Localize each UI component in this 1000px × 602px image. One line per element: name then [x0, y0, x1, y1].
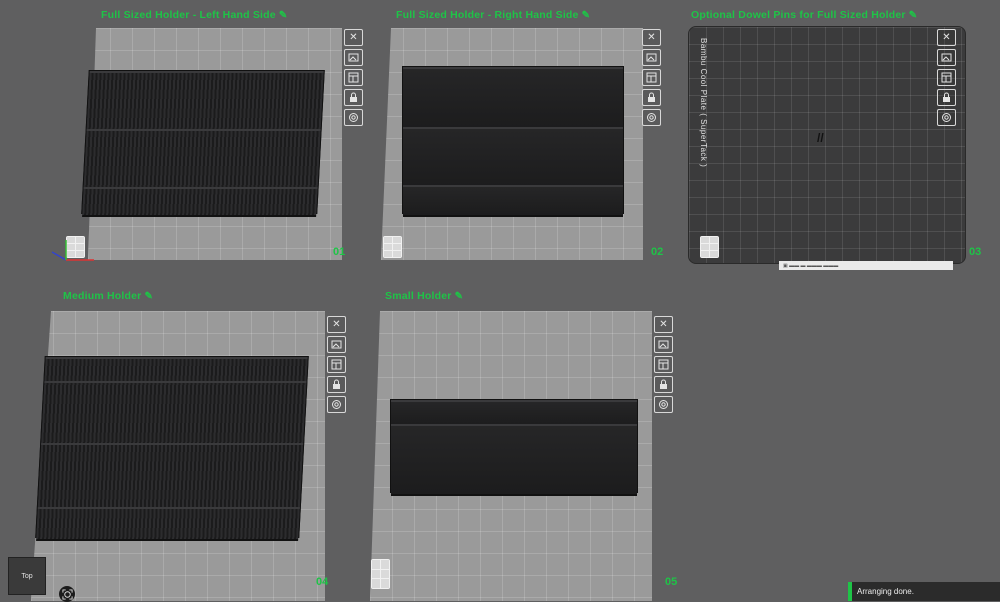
plate-title-1[interactable]: Full Sized Holder - Left Hand Side ✎ [101, 9, 287, 21]
edit-name-icon[interactable]: ✎ [144, 291, 153, 302]
plate-number-4: 04 [316, 576, 329, 588]
arrange-icon[interactable] [344, 69, 363, 86]
view-cube-label: Top [21, 572, 33, 580]
plate-title-2[interactable]: Full Sized Holder - Right Hand Side ✎ [396, 9, 590, 21]
lock-icon[interactable] [344, 89, 363, 106]
build-plate-3[interactable] [688, 26, 966, 264]
bed-type-label: Bambu Cool Plate ( SuperTack ) [699, 38, 708, 168]
close-icon[interactable]: ✕ [937, 29, 956, 46]
tier [83, 129, 321, 191]
plate-thumbnail-icon [371, 559, 390, 589]
status-toast: Arranging done. [848, 582, 1000, 601]
model-medium[interactable] [35, 356, 309, 541]
view-cube[interactable]: Top [8, 557, 46, 595]
plate-toolbar-3: ✕ [937, 29, 956, 129]
plate-title-3[interactable]: Optional Dowel Pins for Full Sized Holde… [691, 9, 917, 21]
tier [403, 67, 623, 131]
edit-name-icon[interactable]: ✎ [909, 10, 918, 21]
tier [41, 381, 307, 447]
edit-name-icon[interactable]: ✎ [582, 10, 591, 21]
tier [403, 185, 623, 217]
plate-toolbar-1: ✕ [344, 29, 363, 129]
arrange-icon[interactable] [642, 69, 661, 86]
plate-title-5[interactable]: Small Holder ✎ [385, 290, 463, 302]
status-message: Arranging done. [857, 587, 914, 596]
arrange-icon[interactable] [937, 69, 956, 86]
close-icon[interactable]: ✕ [642, 29, 661, 46]
tier [36, 507, 300, 541]
bed-label-strip: ▣ ▬▬ ▬ ▬▬▬ ▬▬▬ [779, 261, 953, 270]
model-small[interactable] [390, 399, 638, 496]
plate-toolbar-5: ✕ [654, 316, 673, 416]
plate-title-4[interactable]: Medium Holder ✎ [63, 290, 153, 302]
close-icon[interactable]: ✕ [654, 316, 673, 333]
plate-toolbar-2: ✕ [642, 29, 661, 129]
tier [86, 71, 324, 133]
arrange-icon[interactable] [327, 356, 346, 373]
tier [37, 443, 304, 511]
auto-orient-icon[interactable] [937, 49, 956, 66]
settings-icon[interactable] [327, 396, 346, 413]
plate-number-2: 02 [651, 246, 664, 258]
slicer-canvas[interactable]: { "plates": [ {"title":"Full Sized Holde… [0, 0, 1000, 602]
auto-orient-icon[interactable] [327, 336, 346, 353]
edit-name-icon[interactable]: ✎ [279, 10, 288, 21]
edit-name-icon[interactable]: ✎ [455, 291, 464, 302]
plate-number-3: 03 [969, 246, 982, 258]
lock-icon[interactable] [327, 376, 346, 393]
lock-icon[interactable] [654, 376, 673, 393]
tier [391, 424, 637, 496]
settings-icon[interactable] [344, 109, 363, 126]
close-icon[interactable]: ✕ [327, 316, 346, 333]
tier [82, 187, 318, 217]
arrange-icon[interactable] [654, 356, 673, 373]
close-icon[interactable]: ✕ [344, 29, 363, 46]
auto-orient-icon[interactable] [654, 336, 673, 353]
settings-icon[interactable] [937, 109, 956, 126]
model-full-left[interactable] [81, 70, 325, 217]
plate-thumbnail-icon [700, 236, 719, 258]
lock-icon[interactable] [642, 89, 661, 106]
plate-thumbnail-icon [383, 236, 402, 258]
camera-view-icon[interactable] [59, 586, 75, 602]
plate-number-5: 05 [665, 576, 678, 588]
settings-icon[interactable] [642, 109, 661, 126]
model-full-right[interactable] [402, 66, 624, 217]
model-dowel-pins[interactable]: // [817, 131, 824, 145]
plate-number-1: 01 [333, 246, 346, 258]
settings-icon[interactable] [654, 396, 673, 413]
plate-toolbar-4: ✕ [327, 316, 346, 416]
auto-orient-icon[interactable] [642, 49, 661, 66]
tier [403, 127, 623, 189]
auto-orient-icon[interactable] [344, 49, 363, 66]
axes-gizmo [51, 240, 94, 261]
lock-icon[interactable] [937, 89, 956, 106]
